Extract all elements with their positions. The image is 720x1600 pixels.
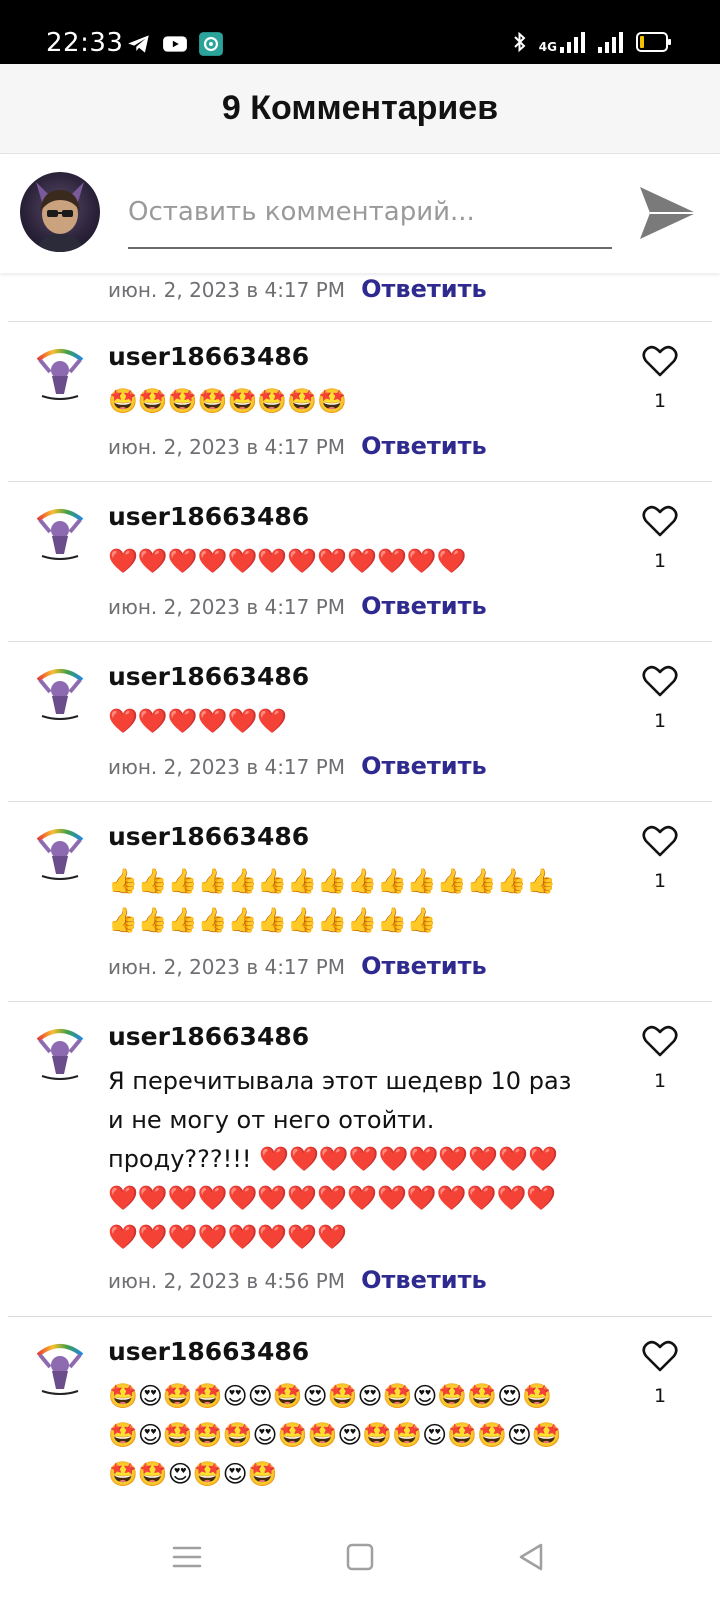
avatar[interactable] bbox=[30, 500, 90, 560]
heart-icon[interactable] bbox=[642, 1339, 678, 1373]
partial-comment-meta: июн. 2, 2023 в 4:17 PM Ответить bbox=[108, 275, 487, 303]
comment-input[interactable] bbox=[128, 177, 612, 249]
comment-item: user18663486 🤩😍🤩🤩😍😍🤩😍🤩😍🤩😍🤩🤩😍🤩🤩😍🤩🤩🤩😍🤩🤩😍🤩🤩… bbox=[8, 1317, 712, 1513]
comment-username[interactable]: user18663486 bbox=[108, 342, 309, 371]
bluetooth-icon bbox=[514, 31, 526, 53]
comment-meta: июн. 2, 2023 в 4:17 PM Ответить bbox=[108, 752, 487, 780]
comment-item: user18663486 Я перечитывала этот шедевр … bbox=[8, 1002, 712, 1317]
comment-text: 🤩🤩🤩🤩🤩🤩🤩🤩 bbox=[108, 387, 348, 415]
comments-header: 9 Комментариев bbox=[0, 64, 720, 154]
status-indicators: 4G bbox=[511, 30, 672, 54]
comment-date: июн. 2, 2023 в 4:17 PM bbox=[108, 278, 346, 302]
avatar[interactable] bbox=[30, 1335, 90, 1395]
comment-item: user18663486 ❤️❤️❤️❤️❤️❤️❤️❤️❤️❤️❤️❤️ ию… bbox=[8, 482, 712, 642]
comment-username[interactable]: user18663486 bbox=[108, 662, 309, 691]
comment-username[interactable]: user18663486 bbox=[108, 1337, 309, 1366]
send-icon[interactable] bbox=[638, 185, 698, 241]
network-type-label: 4G bbox=[538, 40, 557, 54]
signal-4g-icon: 4G bbox=[539, 31, 588, 53]
comment-date: июн. 2, 2023 в 4:56 PM bbox=[108, 1269, 346, 1293]
back-triangle-icon[interactable] bbox=[514, 1540, 548, 1574]
avatar[interactable] bbox=[30, 820, 90, 880]
user-avatar-image bbox=[36, 182, 84, 252]
comment-meta: июн. 2, 2023 в 4:17 PM Ответить bbox=[108, 592, 487, 620]
heart-icon[interactable] bbox=[642, 504, 678, 538]
status-app-icons bbox=[126, 31, 224, 57]
like-count: 1 bbox=[653, 1070, 667, 1092]
comment-compose-bar bbox=[0, 155, 720, 273]
teal-app-icon bbox=[199, 32, 223, 56]
comment-username[interactable]: user18663486 bbox=[108, 502, 309, 531]
comment-date: июн. 2, 2023 в 4:17 PM bbox=[108, 435, 346, 459]
reply-link[interactable]: Ответить bbox=[361, 952, 487, 980]
reply-link[interactable]: Ответить bbox=[361, 432, 487, 460]
signal-bars-icon bbox=[598, 32, 623, 53]
like-count: 1 bbox=[653, 1385, 667, 1407]
comment-item: user18663486 👍👍👍👍👍👍👍👍👍👍👍👍👍👍👍👍👍👍👍👍👍👍👍👍👍👍 … bbox=[8, 802, 712, 1002]
like-count: 1 bbox=[653, 390, 667, 412]
battery-icon bbox=[636, 32, 671, 52]
youtube-icon bbox=[163, 36, 187, 52]
comment-meta: июн. 2, 2023 в 4:17 PM Ответить bbox=[108, 952, 487, 980]
status-time: 22:33 bbox=[46, 28, 124, 58]
page-title: 9 Комментариев bbox=[221, 89, 499, 127]
signal-bars-4g bbox=[560, 32, 585, 53]
comment-username[interactable]: user18663486 bbox=[108, 1022, 309, 1051]
comment-text: ❤️❤️❤️❤️❤️❤️❤️❤️❤️❤️❤️❤️ bbox=[108, 547, 467, 575]
comment-text: 👍👍👍👍👍👍👍👍👍👍👍👍👍👍👍👍👍👍👍👍👍👍👍👍👍👍 bbox=[108, 867, 557, 934]
comment-date: июн. 2, 2023 в 4:17 PM bbox=[108, 755, 346, 779]
like-count: 1 bbox=[653, 710, 667, 732]
comment-text: Я перечитывала этот шедевр 10 раз и не м… bbox=[108, 1067, 572, 1251]
comment-meta: июн. 2, 2023 в 4:17 PM Ответить bbox=[108, 432, 487, 460]
heart-icon[interactable] bbox=[642, 824, 678, 858]
comment-text: ❤️❤️❤️❤️❤️❤️ bbox=[108, 707, 288, 735]
avatar[interactable] bbox=[30, 340, 90, 400]
comment-meta: июн. 2, 2023 в 4:56 PM Ответить bbox=[108, 1266, 487, 1294]
heart-icon[interactable] bbox=[642, 664, 678, 698]
menu-icon[interactable] bbox=[170, 1540, 204, 1574]
avatar[interactable] bbox=[20, 172, 100, 252]
telegram-icon bbox=[128, 35, 149, 53]
reply-link[interactable]: Ответить bbox=[361, 275, 487, 303]
heart-icon[interactable] bbox=[642, 1024, 678, 1058]
avatar[interactable] bbox=[30, 1020, 90, 1080]
comment-text: 🤩😍🤩🤩😍😍🤩😍🤩😍🤩😍🤩🤩😍🤩🤩😍🤩🤩🤩😍🤩🤩😍🤩🤩😍🤩🤩😍🤩🤩🤩😍🤩😍🤩 bbox=[108, 1382, 562, 1488]
like-count: 1 bbox=[653, 870, 667, 892]
status-bar: 22:33 4G bbox=[0, 0, 720, 64]
comment-date: июн. 2, 2023 в 4:17 PM bbox=[108, 595, 346, 619]
comment-date: июн. 2, 2023 в 4:17 PM bbox=[108, 955, 346, 979]
like-count: 1 bbox=[653, 550, 667, 572]
comment-list: июн. 2, 2023 в 4:17 PM Ответить user1866… bbox=[0, 273, 720, 1513]
home-square-icon[interactable] bbox=[343, 1540, 377, 1574]
reply-link[interactable]: Ответить bbox=[361, 752, 487, 780]
reply-link[interactable]: Ответить bbox=[361, 592, 487, 620]
system-nav-bar bbox=[0, 1513, 720, 1600]
comment-item: user18663486 ❤️❤️❤️❤️❤️❤️ июн. 2, 2023 в… bbox=[8, 642, 712, 802]
comment-username[interactable]: user18663486 bbox=[108, 822, 309, 851]
reply-link[interactable]: Ответить bbox=[361, 1266, 487, 1294]
comment-item: user18663486 🤩🤩🤩🤩🤩🤩🤩🤩 июн. 2, 2023 в 4:1… bbox=[8, 322, 712, 482]
avatar[interactable] bbox=[30, 660, 90, 720]
heart-icon[interactable] bbox=[642, 344, 678, 378]
